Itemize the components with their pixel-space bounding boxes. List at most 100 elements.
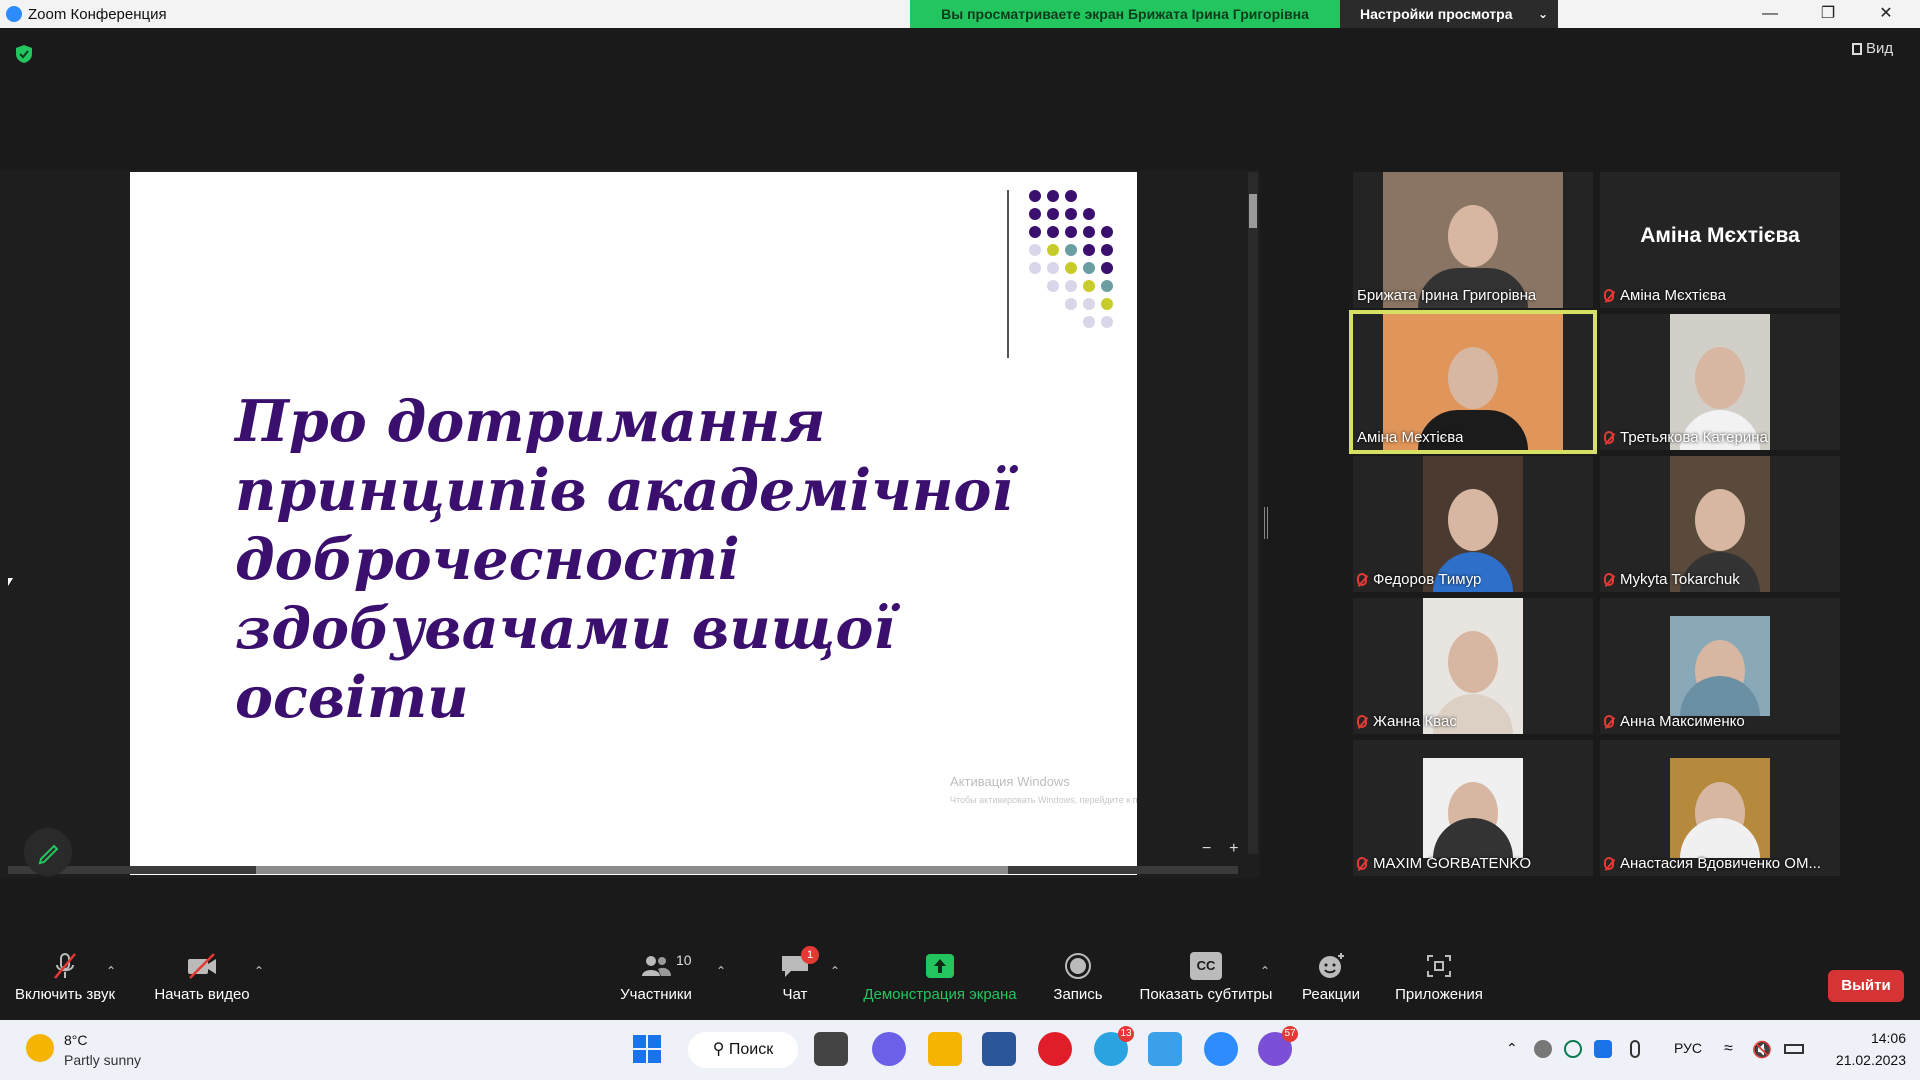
photos-icon[interactable]	[1148, 1032, 1182, 1066]
onedrive-icon[interactable]	[1534, 1040, 1552, 1058]
close-button[interactable]: ✕	[1864, 2, 1908, 26]
participants-button[interactable]: 10 Участники	[610, 942, 702, 1020]
meet-chat-icon[interactable]	[872, 1032, 906, 1066]
view-settings-button[interactable]: Настройки просмотра ⌄	[1340, 0, 1558, 28]
partly-sunny-icon[interactable]	[26, 1034, 54, 1062]
search-icon: ⚲	[712, 1041, 725, 1058]
decorative-dot	[1029, 262, 1041, 274]
participant-tile[interactable]: Третьякова Катерина	[1600, 314, 1840, 450]
decorative-dot	[1047, 280, 1059, 292]
leave-button[interactable]: Выйти	[1828, 970, 1904, 1002]
restore-button[interactable]: ❐	[1806, 2, 1850, 26]
opera-browser-icon[interactable]	[1038, 1032, 1072, 1066]
participant-tile[interactable]: Аміна Мєхтієва Аміна Мєхтієва	[1600, 172, 1840, 308]
audio-options-caret-icon[interactable]: ⌃	[106, 964, 116, 978]
decorative-dot	[1029, 190, 1041, 202]
view-button[interactable]: Вид	[1852, 40, 1893, 64]
decorative-dot	[1047, 208, 1059, 220]
reactions-button[interactable]: Реакции	[1298, 942, 1364, 1020]
taskbar-search-label: Поиск	[728, 1041, 774, 1058]
unmute-label: Включить звук	[14, 986, 116, 1003]
participant-tile[interactable]: Федоров Тимур	[1353, 456, 1593, 592]
clock-time[interactable]: 14:06	[1830, 1030, 1906, 1046]
participant-tile[interactable]: Анастасия Вдовиченко ОМ...	[1600, 740, 1840, 876]
participant-tile[interactable]: Брижата Ірина Григорівна	[1353, 172, 1593, 308]
participant-face	[1448, 204, 1498, 267]
volume-muted-icon[interactable]: 🔇	[1752, 1040, 1772, 1059]
share-screen-icon	[926, 954, 954, 978]
start-video-button[interactable]: Начать видео	[150, 942, 254, 1020]
presentation-slide: Про дотримання принципів академічної доб…	[130, 172, 1137, 875]
participants-count: 10	[676, 952, 692, 968]
start-video-label: Начать видео	[154, 986, 250, 1003]
mic-muted-icon	[1604, 289, 1614, 302]
annotate-button[interactable]	[24, 828, 72, 876]
participant-name: Жанна Квас	[1357, 713, 1457, 730]
decorative-dot	[1065, 244, 1077, 256]
zoom-in-button[interactable]: +	[1229, 840, 1238, 857]
shield-check-icon[interactable]	[14, 44, 34, 64]
zoom-out-button[interactable]: −	[1202, 840, 1211, 857]
scroll-thumb[interactable]	[1249, 194, 1257, 228]
weather-temperature[interactable]: 8°C	[64, 1032, 88, 1048]
file-explorer-icon[interactable]	[928, 1032, 962, 1066]
unmute-button[interactable]: Включить звук	[10, 942, 120, 1020]
mic-muted-icon	[1604, 715, 1614, 728]
viber-icon[interactable]: 57	[1258, 1026, 1298, 1066]
slide-title: Про дотримання принципів академічної доб…	[235, 387, 1055, 732]
participant-tile[interactable]: Жанна Квас	[1353, 598, 1593, 734]
share-screen-button[interactable]: Демонстрация экрана	[858, 942, 1022, 1020]
show-hidden-icons-chevron-icon[interactable]: ⌃	[1506, 1040, 1524, 1058]
zoom-app-icon[interactable]	[1204, 1032, 1238, 1066]
video-off-icon	[188, 953, 216, 979]
participant-tile[interactable]: MAXIM GORBATENKO	[1353, 740, 1593, 876]
microphone-icon[interactable]	[1630, 1040, 1640, 1058]
apps-button[interactable]: Приложения	[1392, 942, 1486, 1020]
word-icon[interactable]	[982, 1032, 1016, 1066]
taskbar-search[interactable]: ⚲ Поиск	[688, 1032, 798, 1068]
chat-options-caret-icon[interactable]: ⌃	[830, 964, 840, 978]
show-captions-button[interactable]: CC Показать субтитры	[1136, 942, 1276, 1020]
decorative-dot	[1083, 208, 1095, 220]
mic-muted-icon	[1604, 857, 1614, 870]
participant-face	[1448, 346, 1498, 409]
chat-button[interactable]: 1 Чат	[770, 942, 820, 1020]
horizontal-scrollbar[interactable]	[8, 866, 1238, 874]
decorative-dot	[1047, 244, 1059, 256]
task-view-icon[interactable]	[814, 1032, 848, 1066]
scroll-thumb[interactable]	[256, 866, 1008, 874]
input-language[interactable]: РУС	[1674, 1040, 1702, 1056]
participant-name: MAXIM GORBATENKO	[1357, 855, 1531, 872]
telegram-icon[interactable]: 13	[1094, 1026, 1134, 1066]
zoom-logo-icon	[6, 6, 22, 22]
vertical-scrollbar[interactable]	[1248, 172, 1258, 854]
participant-tile[interactable]: Анна Максименко	[1600, 598, 1840, 734]
weather-description[interactable]: Partly sunny	[64, 1052, 141, 1068]
panel-splitter-handle[interactable]	[1264, 507, 1268, 539]
participant-tile[interactable]: Mykyta Tokarchuk	[1600, 456, 1840, 592]
participant-tile-active-speaker[interactable]: Аміна Мехтієва	[1349, 310, 1597, 454]
decorative-dot	[1047, 262, 1059, 274]
decorative-dots-icon	[1029, 190, 1113, 328]
record-button[interactable]: Запись	[1050, 942, 1106, 1020]
decorative-dot	[1065, 190, 1077, 202]
minimize-button[interactable]: —	[1748, 2, 1792, 26]
edge-icon[interactable]	[1564, 1040, 1582, 1058]
decorative-dot	[1083, 280, 1095, 292]
wifi-icon[interactable]: ≈	[1724, 1040, 1742, 1058]
participants-options-caret-icon[interactable]: ⌃	[716, 964, 726, 978]
battery-icon[interactable]	[1784, 1044, 1804, 1054]
decorative-dot	[1029, 244, 1041, 256]
captions-options-caret-icon[interactable]: ⌃	[1260, 964, 1270, 978]
decorative-dot	[1065, 262, 1077, 274]
decorative-dot	[1101, 244, 1113, 256]
start-windows-icon[interactable]	[630, 1032, 664, 1066]
mouse-cursor-icon	[8, 578, 13, 586]
security-icon[interactable]	[1594, 1040, 1612, 1058]
decorative-dot	[1047, 226, 1059, 238]
title-bar: Zoom Конференция Вы просматриваете экран…	[0, 0, 1920, 28]
participant-name: Анна Максименко	[1604, 713, 1745, 730]
reactions-label: Реакции	[1302, 986, 1360, 1003]
video-options-caret-icon[interactable]: ⌃	[254, 964, 264, 978]
clock-date[interactable]: 21.02.2023	[1816, 1052, 1906, 1068]
